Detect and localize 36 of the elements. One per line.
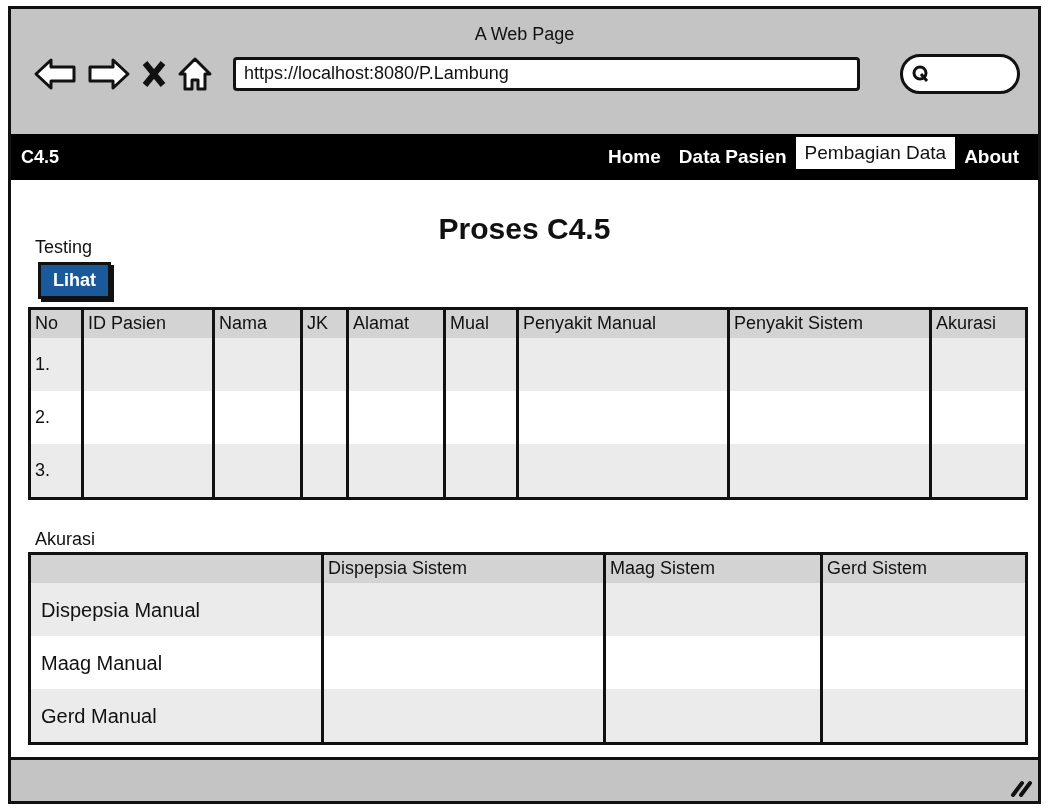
- column-header: Gerd Sistem: [820, 555, 1025, 583]
- close-icon[interactable]: [141, 59, 167, 89]
- column-header: JK: [300, 310, 346, 338]
- search-icon[interactable]: [911, 64, 931, 84]
- section-label: Akurasi: [35, 530, 97, 548]
- column-header: ID Pasien: [81, 310, 212, 338]
- row-header: Dispepsia Manual: [31, 583, 321, 636]
- section-label: Testing: [35, 238, 94, 256]
- nav-tab[interactable]: Pembagian Data: [795, 136, 956, 170]
- table-cell: [300, 444, 346, 497]
- window-title: A Web Page: [474, 23, 575, 46]
- nav-tab[interactable]: About: [955, 140, 1028, 174]
- url-field[interactable]: https://localhost:8080/P.Lambung: [233, 57, 860, 91]
- view-button[interactable]: Lihat: [38, 262, 111, 299]
- resize-grip-icon[interactable]: [1010, 779, 1032, 797]
- navbar-brand[interactable]: C4.5: [21, 143, 60, 171]
- column-header: Dispepsia Sistem: [321, 555, 603, 583]
- column-header: Penyakit Manual: [516, 310, 727, 338]
- home-icon[interactable]: [177, 56, 213, 92]
- back-icon[interactable]: [33, 57, 77, 91]
- column-header: Penyakit Sistem: [727, 310, 929, 338]
- nav-tab[interactable]: Home: [599, 140, 670, 174]
- column-header: No: [31, 310, 81, 338]
- row-header: Gerd Manual: [31, 689, 321, 742]
- table-cell: 1.: [31, 338, 81, 391]
- forward-icon[interactable]: [87, 57, 131, 91]
- column-header: Maag Sistem: [603, 555, 820, 583]
- column-header: Mual: [443, 310, 516, 338]
- column-header: Akurasi: [929, 310, 1025, 338]
- column-header: Alamat: [346, 310, 443, 338]
- table-cell: [300, 338, 346, 391]
- page-title: Proses C4.5: [437, 214, 612, 244]
- search-field[interactable]: [900, 54, 1020, 94]
- column-header: Nama: [212, 310, 300, 338]
- table-cell: 3.: [31, 444, 81, 497]
- nav-tab[interactable]: Data Pasien: [669, 140, 796, 174]
